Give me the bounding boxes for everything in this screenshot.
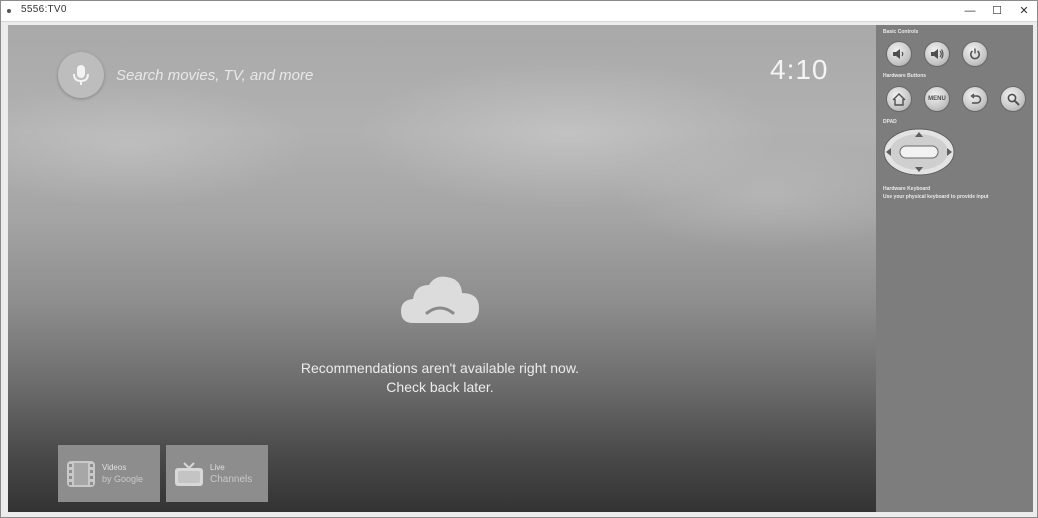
emulator-control-panel: Basic Controls Hardware Buttons MENU DPA… [876, 25, 1033, 512]
app-tile-subtitle: by Google [102, 474, 144, 484]
clock: 4:10 [770, 54, 829, 85]
power-button[interactable] [962, 41, 988, 67]
film-icon [67, 461, 95, 487]
app-tile-name: Videos [102, 463, 127, 472]
emulator-window: 5556:TV0 — ☐ ✕ Search movies, TV, and mo… [0, 0, 1038, 518]
window-title: 5556:TV0 [21, 4, 67, 15]
empty-state-line-2: Check back later. [386, 379, 494, 395]
back-arrow-icon [969, 92, 981, 104]
hardware-keyboard-hint: Use your physical keyboard to provide in… [883, 194, 989, 200]
voice-search-button[interactable] [58, 52, 104, 98]
dpad-center-button[interactable] [899, 145, 939, 159]
microphone-icon [73, 65, 89, 85]
power-icon [970, 48, 980, 60]
volume-up-icon [931, 49, 944, 59]
empty-state-message: Recommendations aren't available right n… [240, 359, 640, 397]
volume-up-button[interactable] [924, 41, 950, 67]
sad-cloud-icon [401, 276, 479, 323]
basic-controls-label: Basic Controls [883, 29, 919, 35]
menu-button[interactable]: MENU [924, 86, 950, 112]
home-icon [892, 92, 906, 106]
volume-down-button[interactable] [886, 41, 912, 67]
app-tile-live-channels[interactable]: Live Channels [166, 445, 268, 502]
app-icon [7, 9, 11, 13]
menu-button-label: MENU [928, 96, 946, 102]
back-button[interactable] [962, 86, 988, 112]
search-hint[interactable]: Search movies, TV, and more [116, 67, 313, 84]
tv-home-screen: Search movies, TV, and more 4:10 Recomme… [8, 25, 876, 512]
dpad-control[interactable] [882, 127, 956, 177]
hardware-keyboard-label: Hardware Keyboard [883, 186, 931, 192]
search-button[interactable] [1000, 86, 1026, 112]
app-tile-videos[interactable]: Videos by Google [58, 445, 160, 502]
empty-state-line-1: Recommendations aren't available right n… [300, 360, 580, 376]
minimize-button[interactable]: — [959, 3, 981, 19]
dpad-label: DPAD [883, 119, 897, 125]
volume-down-icon [893, 49, 904, 59]
app-tile-name: Live [210, 463, 225, 472]
search-icon [1007, 93, 1020, 106]
home-button[interactable] [886, 86, 912, 112]
tv-icon [175, 462, 203, 486]
hardware-buttons-label: Hardware Buttons [883, 73, 927, 79]
title-bar[interactable]: 5556:TV0 — ☐ ✕ [1, 1, 1037, 22]
app-tile-subtitle: Channels [210, 474, 253, 485]
close-button[interactable]: ✕ [1013, 3, 1035, 19]
maximize-button[interactable]: ☐ [986, 3, 1008, 19]
